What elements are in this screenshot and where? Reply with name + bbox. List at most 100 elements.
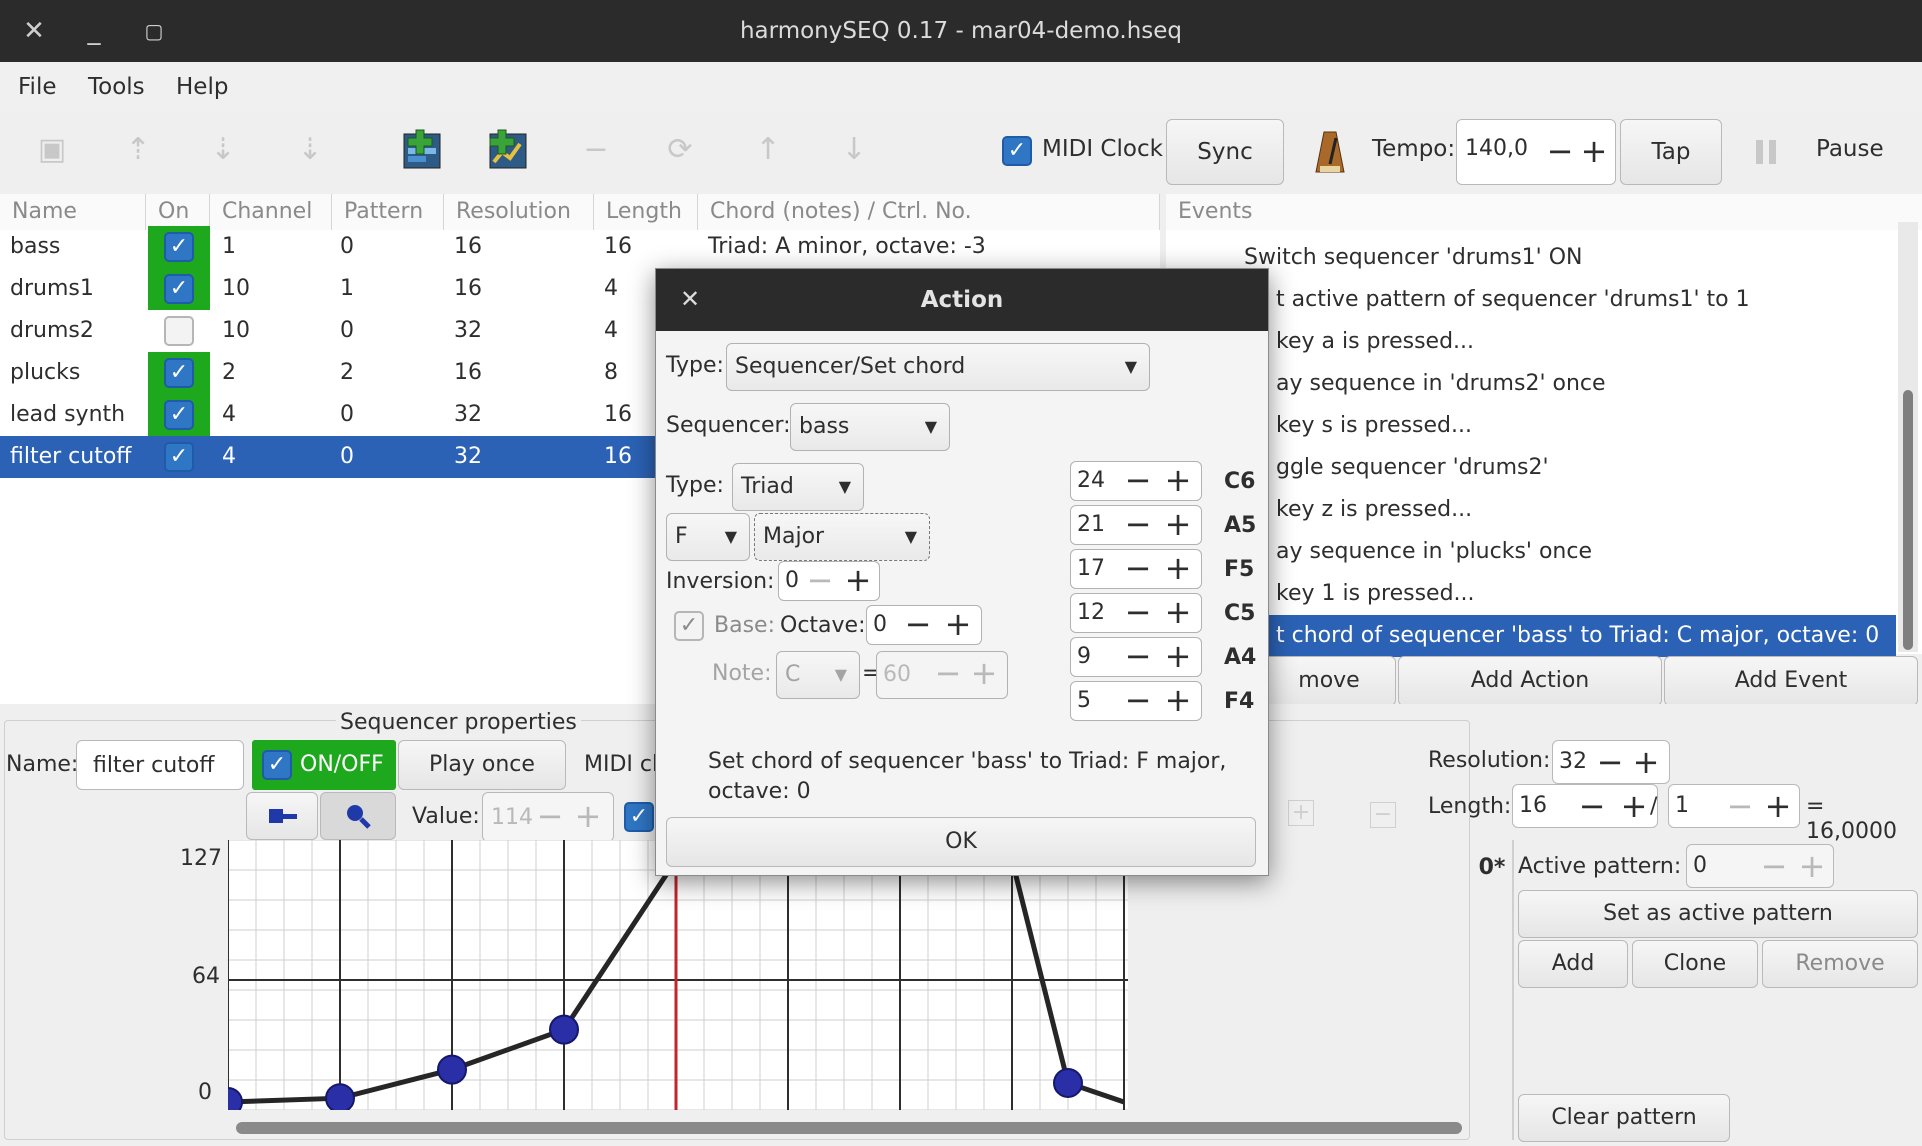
remove-event-button[interactable]: move [1262,656,1396,706]
event-item[interactable]: key 1 is pressed... [1166,573,1896,615]
data-point[interactable] [549,1014,579,1045]
sync-button[interactable]: Sync [1166,119,1284,185]
data-point[interactable] [1053,1067,1083,1098]
value-checkbox[interactable]: ✓ [624,802,654,832]
note-spinner[interactable]: 17− + [1070,549,1202,589]
graph-scrollbar[interactable] [228,1118,1468,1138]
minus-icon[interactable]: − [1123,461,1153,499]
on-checkbox[interactable]: ✓ [164,274,194,304]
add-pattern-button[interactable]: Add [1518,940,1628,988]
table-row[interactable]: bass ✓ 1 0 16 16 Triad: A minor, octave: -3 [0,226,1160,268]
set-active-pattern-button[interactable]: Set as active pattern [1518,890,1918,938]
plus-icon[interactable]: + [1631,743,1661,781]
minus-icon[interactable]: − [1123,637,1153,675]
control-graph[interactable] [228,840,1128,1110]
note-select[interactable]: C ▼ [776,651,860,699]
tempo-spinner[interactable]: 140,0 − + [1456,119,1616,185]
note-spinner[interactable]: 9 − + [1070,637,1202,677]
plus-icon[interactable]: + [1619,787,1649,825]
plus-icon[interactable]: + [573,797,603,835]
events-scrollbar[interactable] [1898,222,1918,652]
metronome-icon[interactable] [1312,128,1348,176]
col-header-chord[interactable]: Chord (notes) / Ctrl. No. [698,194,1160,230]
length-denominator-spinner[interactable]: 1 − + [1668,784,1800,828]
value-spinner[interactable]: 114 − + [482,792,614,842]
plus-icon[interactable]: + [1579,132,1609,170]
clear-pattern-button[interactable]: Clear pattern [1518,1094,1730,1142]
menu-tools[interactable]: Tools [88,62,145,112]
pause-icon[interactable] [1752,136,1782,168]
add-sequencer-icon[interactable] [400,128,446,174]
col-header-channel[interactable]: Channel [210,194,332,230]
minus-icon[interactable]: − [1725,787,1755,825]
plus-icon[interactable]: + [843,561,873,599]
remove-small-icon[interactable]: − [1370,802,1396,828]
data-point[interactable] [437,1054,467,1085]
minus-icon[interactable]: − [1595,743,1625,781]
event-item[interactable]: ay sequence in 'plucks' once [1166,531,1896,573]
note-spinner[interactable]: 21− + [1070,505,1202,545]
event-item[interactable]: key z is pressed... [1166,489,1896,531]
note-spinner[interactable]: 5 − + [1070,681,1202,721]
minus-icon[interactable]: − [535,797,565,835]
col-header-resolution[interactable]: Resolution [444,194,594,230]
menu-file[interactable]: File [18,62,57,112]
play-once-button[interactable]: Play once [398,740,566,790]
onoff-toggle[interactable]: ✓ ON/OFF [252,740,396,790]
minus-icon[interactable]: − [805,561,835,599]
inversion-spinner[interactable]: 0 − + [778,561,880,601]
base-checkbox[interactable]: ✓ [674,611,704,641]
note-spinner[interactable]: 24− + [1070,461,1202,501]
minus-icon[interactable]: − [1545,132,1575,170]
plus-icon[interactable]: + [1763,787,1793,825]
add-event-button[interactable]: Add Event [1664,656,1918,706]
add-action-button[interactable]: Add Action [1398,656,1662,706]
save-icon[interactable]: ⇣ [203,128,243,172]
sequencer-select[interactable]: bass ▼ [790,403,950,451]
move-down-icon[interactable]: ↓ [834,128,874,172]
add-control-sequencer-icon[interactable] [486,128,532,174]
tap-button[interactable]: Tap [1620,119,1722,185]
event-item[interactable]: ay sequence in 'drums2' once [1166,363,1896,405]
on-checkbox[interactable]: ✓ [164,316,194,346]
event-item[interactable]: t chord of sequencer 'bass' to Triad: C … [1166,615,1896,657]
col-header-length[interactable]: Length [594,194,698,230]
pause-button[interactable]: Pause [1816,136,1884,162]
col-header-on[interactable]: On [146,194,210,230]
menu-help[interactable]: Help [176,62,228,112]
chord-type-select[interactable]: Triad ▼ [732,463,864,511]
event-item[interactable]: key a is pressed... [1166,321,1896,363]
minus-icon[interactable]: − [1759,847,1789,885]
pattern-tab[interactable]: 0* [1472,848,1512,888]
new-file-icon[interactable]: ▣ [32,128,72,172]
open-icon[interactable]: ⇡ [118,128,158,172]
plus-icon[interactable]: + [1163,637,1193,675]
col-header-pattern[interactable]: Pattern [332,194,444,230]
event-item[interactable]: ggle sequencer 'drums2' [1166,447,1896,489]
plus-icon[interactable]: + [969,654,999,692]
length-spinner[interactable]: 16 − + [1512,784,1658,828]
minus-icon[interactable]: − [1123,549,1153,587]
root-note-select[interactable]: F ▼ [666,513,750,561]
close-icon[interactable]: ✕ [14,14,54,48]
minus-icon[interactable]: − [1123,505,1153,543]
plus-icon[interactable]: + [943,605,973,643]
midi-clock-checkbox[interactable]: ✓ [1002,136,1032,166]
minus-icon[interactable]: − [1577,787,1607,825]
minimize-icon[interactable]: _ [74,14,114,48]
col-header-name[interactable]: Name [0,194,146,230]
refresh-icon[interactable]: ⟳ [660,128,700,172]
plus-icon[interactable]: + [1163,461,1193,499]
clone-pattern-button[interactable]: Clone [1632,940,1758,988]
on-checkbox[interactable]: ✓ [164,442,194,472]
zoom-icon[interactable] [320,792,396,840]
note-number-spinner[interactable]: 60 − + [876,651,1008,699]
plus-icon[interactable]: + [1797,847,1827,885]
event-item[interactable]: t active pattern of sequencer 'drums1' t… [1166,279,1896,321]
active-pattern-spinner[interactable]: 0 − + [1686,844,1834,888]
on-checkbox[interactable]: ✓ [164,358,194,388]
move-up-icon[interactable]: ↑ [748,128,788,172]
event-item[interactable]: key s is pressed... [1166,405,1896,447]
onoff-checkbox[interactable]: ✓ [262,750,292,780]
plus-icon[interactable]: + [1163,505,1193,543]
